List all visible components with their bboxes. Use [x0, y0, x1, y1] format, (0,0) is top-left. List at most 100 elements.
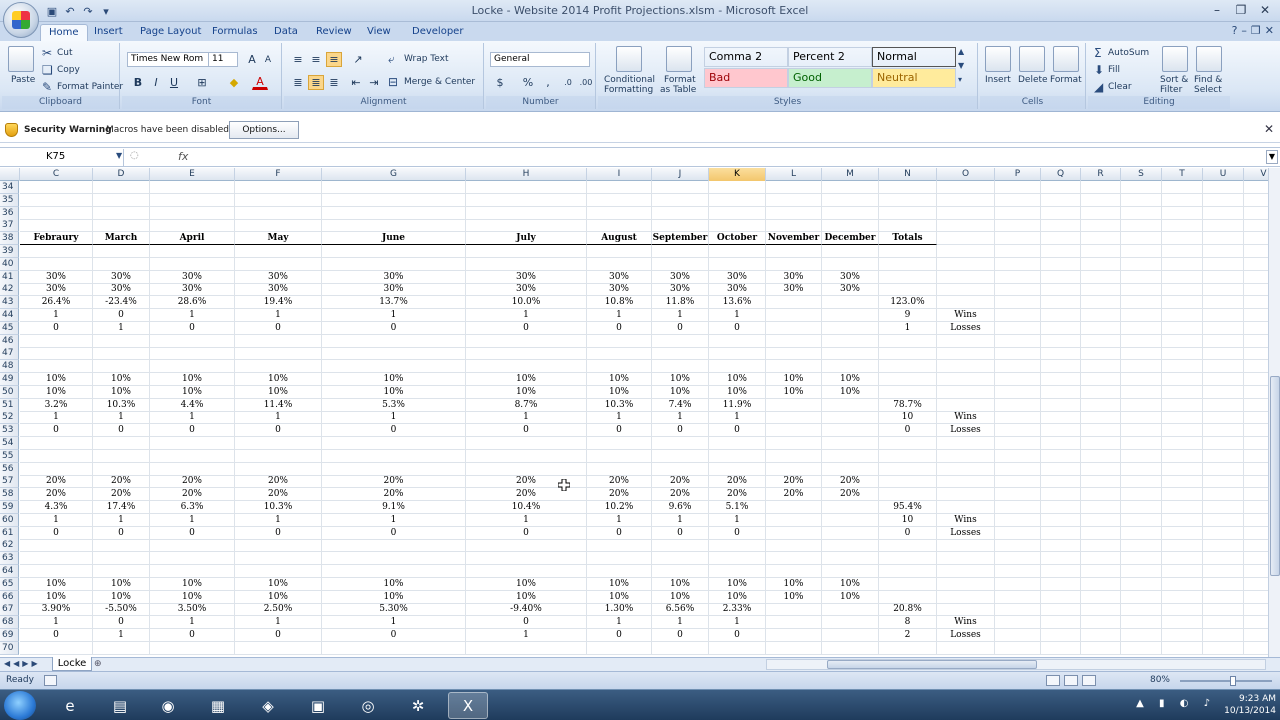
cell-s45[interactable]: [1121, 321, 1162, 335]
cell-o66[interactable]: [937, 590, 995, 604]
cell-k52[interactable]: 1: [709, 411, 766, 425]
cell-j39[interactable]: [652, 245, 709, 258]
align-middle-icon[interactable]: ≡: [308, 52, 324, 67]
cell-s67[interactable]: [1121, 603, 1162, 617]
cell-m48[interactable]: [822, 360, 879, 374]
cell-g34[interactable]: [322, 181, 466, 194]
cell-g43[interactable]: 13.7%: [322, 296, 466, 310]
cell-f65[interactable]: 10%: [235, 577, 322, 591]
cell-d55[interactable]: [93, 449, 150, 463]
cell-r58[interactable]: [1081, 488, 1121, 502]
cell-h54[interactable]: [466, 437, 587, 450]
row-header[interactable]: 35: [0, 193, 19, 207]
cell-c58[interactable]: 20%: [20, 488, 93, 502]
cell-v58[interactable]: [1244, 488, 1268, 502]
cell-o46[interactable]: [937, 334, 995, 348]
cell-p47[interactable]: [995, 347, 1041, 361]
cell-s42[interactable]: [1121, 283, 1162, 297]
cell-d69[interactable]: 1: [93, 629, 150, 642]
cell-t70[interactable]: [1162, 641, 1203, 655]
cell-g64[interactable]: [322, 565, 466, 578]
cell-n35[interactable]: [879, 193, 937, 207]
cell-h67[interactable]: -9.40%: [466, 603, 587, 617]
cell-j56[interactable]: [652, 462, 709, 476]
cell-c40[interactable]: [20, 257, 93, 271]
cell-k61[interactable]: 0: [709, 526, 766, 540]
cell-h45[interactable]: 0: [466, 321, 587, 335]
copy-button[interactable]: Copy: [57, 65, 80, 75]
cell-d60[interactable]: 1: [93, 513, 150, 527]
cell-q47[interactable]: [1041, 347, 1081, 361]
zoom-level[interactable]: 80%: [1150, 675, 1170, 685]
cell-u57[interactable]: [1203, 475, 1244, 489]
column-header-j[interactable]: J: [652, 168, 709, 181]
cell-h47[interactable]: [466, 347, 587, 361]
cell-k60[interactable]: 1: [709, 513, 766, 527]
column-header-f[interactable]: F: [235, 168, 322, 181]
cell-p51[interactable]: [995, 398, 1041, 412]
cell-q49[interactable]: [1041, 373, 1081, 386]
cell-c44[interactable]: 1: [20, 309, 93, 322]
cell-o70[interactable]: [937, 641, 995, 655]
cell-l41[interactable]: 30%: [766, 270, 822, 284]
cell-d45[interactable]: 1: [93, 321, 150, 335]
cell-t57[interactable]: [1162, 475, 1203, 489]
cell-q69[interactable]: [1041, 629, 1081, 642]
cell-p69[interactable]: [995, 629, 1041, 642]
cell-r38[interactable]: [1081, 232, 1121, 246]
row-header[interactable]: 44: [0, 309, 19, 322]
row-header[interactable]: 51: [0, 398, 19, 412]
cell-p40[interactable]: [995, 257, 1041, 271]
cell-n60[interactable]: 10: [879, 513, 937, 527]
cell-m61[interactable]: [822, 526, 879, 540]
cell-q36[interactable]: [1041, 206, 1081, 220]
cell-h66[interactable]: 10%: [466, 590, 587, 604]
cell-f61[interactable]: 0: [235, 526, 322, 540]
cell-r70[interactable]: [1081, 641, 1121, 655]
cell-v61[interactable]: [1244, 527, 1268, 540]
cell-d36[interactable]: [93, 206, 150, 220]
cell-h37[interactable]: [466, 219, 587, 233]
cell-p48[interactable]: [995, 360, 1041, 374]
cell-l57[interactable]: 20%: [766, 475, 822, 489]
cell-m56[interactable]: [822, 462, 879, 476]
find-select-button[interactable]: Find &: [1194, 75, 1222, 85]
cell-r39[interactable]: [1081, 245, 1121, 258]
align-top-icon[interactable]: ≡: [290, 52, 306, 67]
cell-s38[interactable]: [1121, 232, 1162, 246]
row-header[interactable]: 70: [0, 641, 19, 655]
help-icon[interactable]: ?: [1232, 24, 1238, 37]
cell-q48[interactable]: [1041, 360, 1081, 374]
cell-o56[interactable]: [937, 462, 995, 476]
cell-s62[interactable]: [1121, 539, 1162, 553]
cell-r42[interactable]: [1081, 283, 1121, 297]
cell-l44[interactable]: [766, 309, 822, 322]
cell-d50[interactable]: 10%: [93, 385, 150, 399]
cell-g61[interactable]: 0: [322, 526, 466, 540]
cell-h61[interactable]: 0: [466, 526, 587, 540]
cell-q40[interactable]: [1041, 257, 1081, 271]
cell-q51[interactable]: [1041, 398, 1081, 412]
cell-g49[interactable]: 10%: [322, 373, 466, 386]
cell-i50[interactable]: 10%: [587, 385, 652, 399]
cell-v53[interactable]: [1244, 424, 1268, 438]
cell-f60[interactable]: 1: [235, 513, 322, 527]
cell-r40[interactable]: [1081, 257, 1121, 271]
cell-l34[interactable]: [766, 181, 822, 194]
cell-r34[interactable]: [1081, 181, 1121, 194]
cell-u62[interactable]: [1203, 539, 1244, 553]
cell-o39[interactable]: [937, 245, 995, 258]
cell-r54[interactable]: [1081, 437, 1121, 450]
cell-u56[interactable]: [1203, 462, 1244, 476]
cell-n70[interactable]: [879, 641, 937, 655]
cell-c35[interactable]: [20, 193, 93, 207]
cell-s70[interactable]: [1121, 641, 1162, 655]
cell-o51[interactable]: [937, 398, 995, 412]
cell-u55[interactable]: [1203, 449, 1244, 463]
cell-u41[interactable]: [1203, 270, 1244, 284]
wrap-text-icon[interactable]: ⤶: [388, 52, 395, 67]
row-header[interactable]: 46: [0, 334, 19, 348]
cell-o34[interactable]: [937, 181, 995, 194]
cell-r37[interactable]: [1081, 219, 1121, 233]
cell-c69[interactable]: 0: [20, 629, 93, 642]
